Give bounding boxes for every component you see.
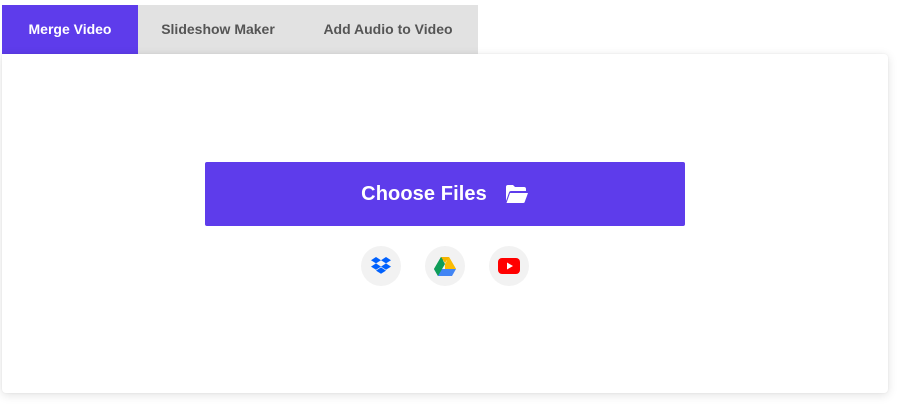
- tab-label: Slideshow Maker: [161, 21, 275, 37]
- youtube-icon: [498, 258, 520, 274]
- cloud-sources: [361, 246, 529, 286]
- google-drive-button[interactable]: [425, 246, 465, 286]
- google-drive-icon: [433, 256, 457, 277]
- tab-label: Add Audio to Video: [323, 21, 453, 37]
- tab-label: Merge Video: [28, 21, 112, 37]
- page: Merge Video Slideshow Maker Add Audio to…: [0, 0, 897, 408]
- dropbox-icon: [370, 256, 392, 276]
- upload-panel: Choose Files: [2, 54, 888, 393]
- tab-slideshow-maker[interactable]: Slideshow Maker: [138, 5, 298, 54]
- folder-open-icon: [505, 184, 529, 204]
- tab-add-audio-to-video[interactable]: Add Audio to Video: [298, 5, 478, 54]
- tab-merge-video[interactable]: Merge Video: [2, 5, 138, 54]
- dropbox-button[interactable]: [361, 246, 401, 286]
- choose-files-label: Choose Files: [361, 182, 487, 205]
- tab-bar: Merge Video Slideshow Maker Add Audio to…: [0, 5, 478, 54]
- youtube-button[interactable]: [489, 246, 529, 286]
- choose-files-button[interactable]: Choose Files: [205, 162, 685, 226]
